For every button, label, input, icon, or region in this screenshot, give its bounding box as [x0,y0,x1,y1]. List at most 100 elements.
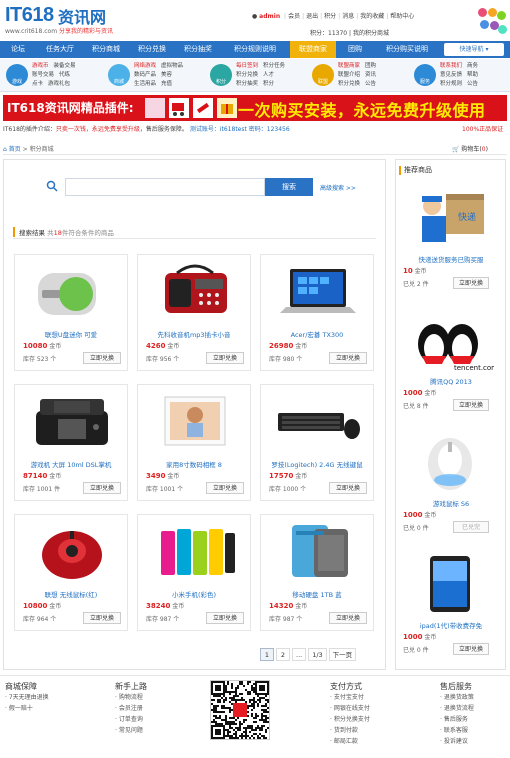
footer-link[interactable]: · 常见问题 [115,725,147,736]
pager-item-3[interactable]: 1/3 [308,648,327,661]
footer-link[interactable]: · 退换货政策 [440,692,474,703]
nav-item-2[interactable]: 积分商城 [84,41,128,58]
recommend-name[interactable]: 游戏鼠标 S6 [398,498,504,508]
footer-link[interactable]: · 邮局汇款 [330,736,370,747]
logo-cn-text[interactable]: 资讯网 [58,4,106,28]
subnav-link[interactable]: 联系我们 [440,63,462,69]
subnav-link[interactable]: 积分规则 [440,81,462,87]
subnav-link[interactable]: 积分 [263,81,274,87]
subnav-icon-3[interactable]: 联盟 [312,64,334,86]
product-name[interactable]: 联想 无线鼠标(红) [15,589,127,599]
exchange-button[interactable]: 立即兑换 [83,482,121,494]
top-link-1[interactable]: 退出 [306,13,318,20]
exchange-button[interactable]: 立即兑换 [453,643,489,655]
footer-link[interactable]: · 联系客服 [440,725,474,736]
exchange-button[interactable]: 立即兑换 [329,612,367,624]
top-link-3[interactable]: 消息 [342,13,354,20]
advanced-search-link[interactable]: 高级搜索 >> [320,183,356,192]
product-name[interactable]: Acer/宏碁 TX300 [261,329,373,339]
footer-link[interactable]: · 7天无理由退换 [5,692,49,703]
subnav-link[interactable]: 公告 [365,81,376,87]
product-image[interactable] [270,391,366,457]
pager-item-1[interactable]: 2 [276,648,290,661]
subnav-icon-1[interactable]: 商城 [108,64,130,86]
subnav-link[interactable]: 虚拟物品 [161,63,183,69]
footer-link[interactable]: · 积分兑换支付 [330,714,370,725]
subnav-link[interactable]: 公告 [467,81,478,87]
recommend-image[interactable] [406,552,494,616]
footer-link[interactable]: · 售后服务 [440,714,474,725]
subnav-link[interactable]: 积分兑换 [236,72,258,78]
nav-item-4[interactable]: 积分抽奖 [176,41,220,58]
footer-link[interactable]: · 网银在线支付 [330,703,370,714]
product-name[interactable]: 游戏机 大屏 10ml DSL掌机 [15,459,127,469]
footer-link[interactable]: · 订单查询 [115,714,147,725]
product-image[interactable] [270,521,366,587]
footer-link[interactable]: · 购物流程 [115,692,147,703]
recommend-image[interactable]: 快递 [406,186,494,250]
subnav-link[interactable]: 商务 [467,63,478,69]
top-link-0[interactable]: 会员 [288,13,300,20]
subnav-link[interactable]: 积分任务 [263,63,285,69]
top-link-4[interactable]: 我的收藏 [360,13,384,20]
subnav-link[interactable]: 网络游戏 [134,63,156,69]
subnav-link[interactable]: 美容 [161,72,172,78]
subnav-icon-2[interactable]: 积分 [210,64,232,86]
subnav-link[interactable]: 生活用品 [134,81,156,87]
product-image[interactable] [270,261,366,327]
subnav-link[interactable]: 团购 [365,63,376,69]
subnav-link[interactable]: 装备交易 [54,63,76,69]
quick-nav-button[interactable]: 快速导航 ▾ [444,43,504,56]
exchange-button[interactable]: 已兑完 [453,521,489,533]
product-image[interactable] [24,391,120,457]
subnav-link[interactable]: 账号交易 [32,72,54,78]
nav-item-6[interactable]: 联盟商家 [290,41,336,58]
cart-link[interactable]: 🛒 购物车(0) [452,144,488,153]
product-name[interactable]: 联想U盘迷你 可爱 [15,329,127,339]
recommend-name[interactable]: 快递送货服务已购买服 [398,254,504,264]
product-image[interactable] [147,521,243,587]
subnav-link[interactable]: 每日签到 [236,63,258,69]
product-name[interactable]: 移动硬盘 1TB 蓝 [261,589,373,599]
subnav-link[interactable]: 充值 [161,81,172,87]
footer-link[interactable]: · 投诉建议 [440,736,474,747]
subnav-link[interactable]: 资讯 [365,72,376,78]
footer-link[interactable]: · 假一赔十 [5,703,49,714]
subnav-link[interactable]: 人才 [263,72,274,78]
product-image[interactable] [147,261,243,327]
recommend-image[interactable]: tencent.com [406,308,498,372]
promo-banner[interactable]: IT618资讯网精品插件: 一次购买安装，永远免费升级使用 [3,95,507,121]
subnav-link[interactable]: 游戏礼包 [48,81,70,87]
product-image[interactable] [24,261,120,327]
subnav-link[interactable]: 数码产品 [134,72,156,78]
subnav-link[interactable]: 积分兑换 [338,81,360,87]
footer-link[interactable]: · 退换货流程 [440,703,474,714]
breadcrumb-home[interactable]: 首页 [9,146,21,153]
subnav-link[interactable]: 游戏币 [32,63,49,69]
recommend-name[interactable]: ipad(1代)带收费存免 [398,620,504,630]
recommend-image[interactable] [406,430,494,494]
footer-link[interactable]: · 会员注册 [115,703,147,714]
subnav-link[interactable]: 积分抽奖 [236,81,258,87]
product-name[interactable]: 家用8寸数码相框 8 [138,459,250,469]
nav-item-7[interactable]: 团购 [338,41,372,58]
pager-item-2[interactable]: ... [292,648,307,661]
nav-item-5[interactable]: 积分规则说明 [222,41,288,58]
nav-item-0[interactable]: 论坛 [0,41,36,58]
exchange-button[interactable]: 立即兑换 [329,482,367,494]
home-icon[interactable]: ⌂ [3,146,7,153]
pager-item-0[interactable]: 1 [260,648,274,661]
search-input[interactable] [65,178,265,196]
nav-item-3[interactable]: 积分兑换 [130,41,174,58]
footer-link[interactable]: · 货到付款 [330,725,370,736]
exchange-button[interactable]: 立即兑换 [206,352,244,364]
product-image[interactable] [147,391,243,457]
subnav-link[interactable]: 代练 [59,72,70,78]
exchange-button[interactable]: 立即兑换 [206,482,244,494]
product-image[interactable] [24,521,120,587]
subnav-icon-0[interactable]: 游戏 [6,64,28,86]
nav-item-8[interactable]: 积分购买说明 [374,41,440,58]
logo-text[interactable]: IT618 [5,4,54,27]
top-link-5[interactable]: 帮助中心 [390,13,414,20]
exchange-button[interactable]: 立即兑换 [329,352,367,364]
